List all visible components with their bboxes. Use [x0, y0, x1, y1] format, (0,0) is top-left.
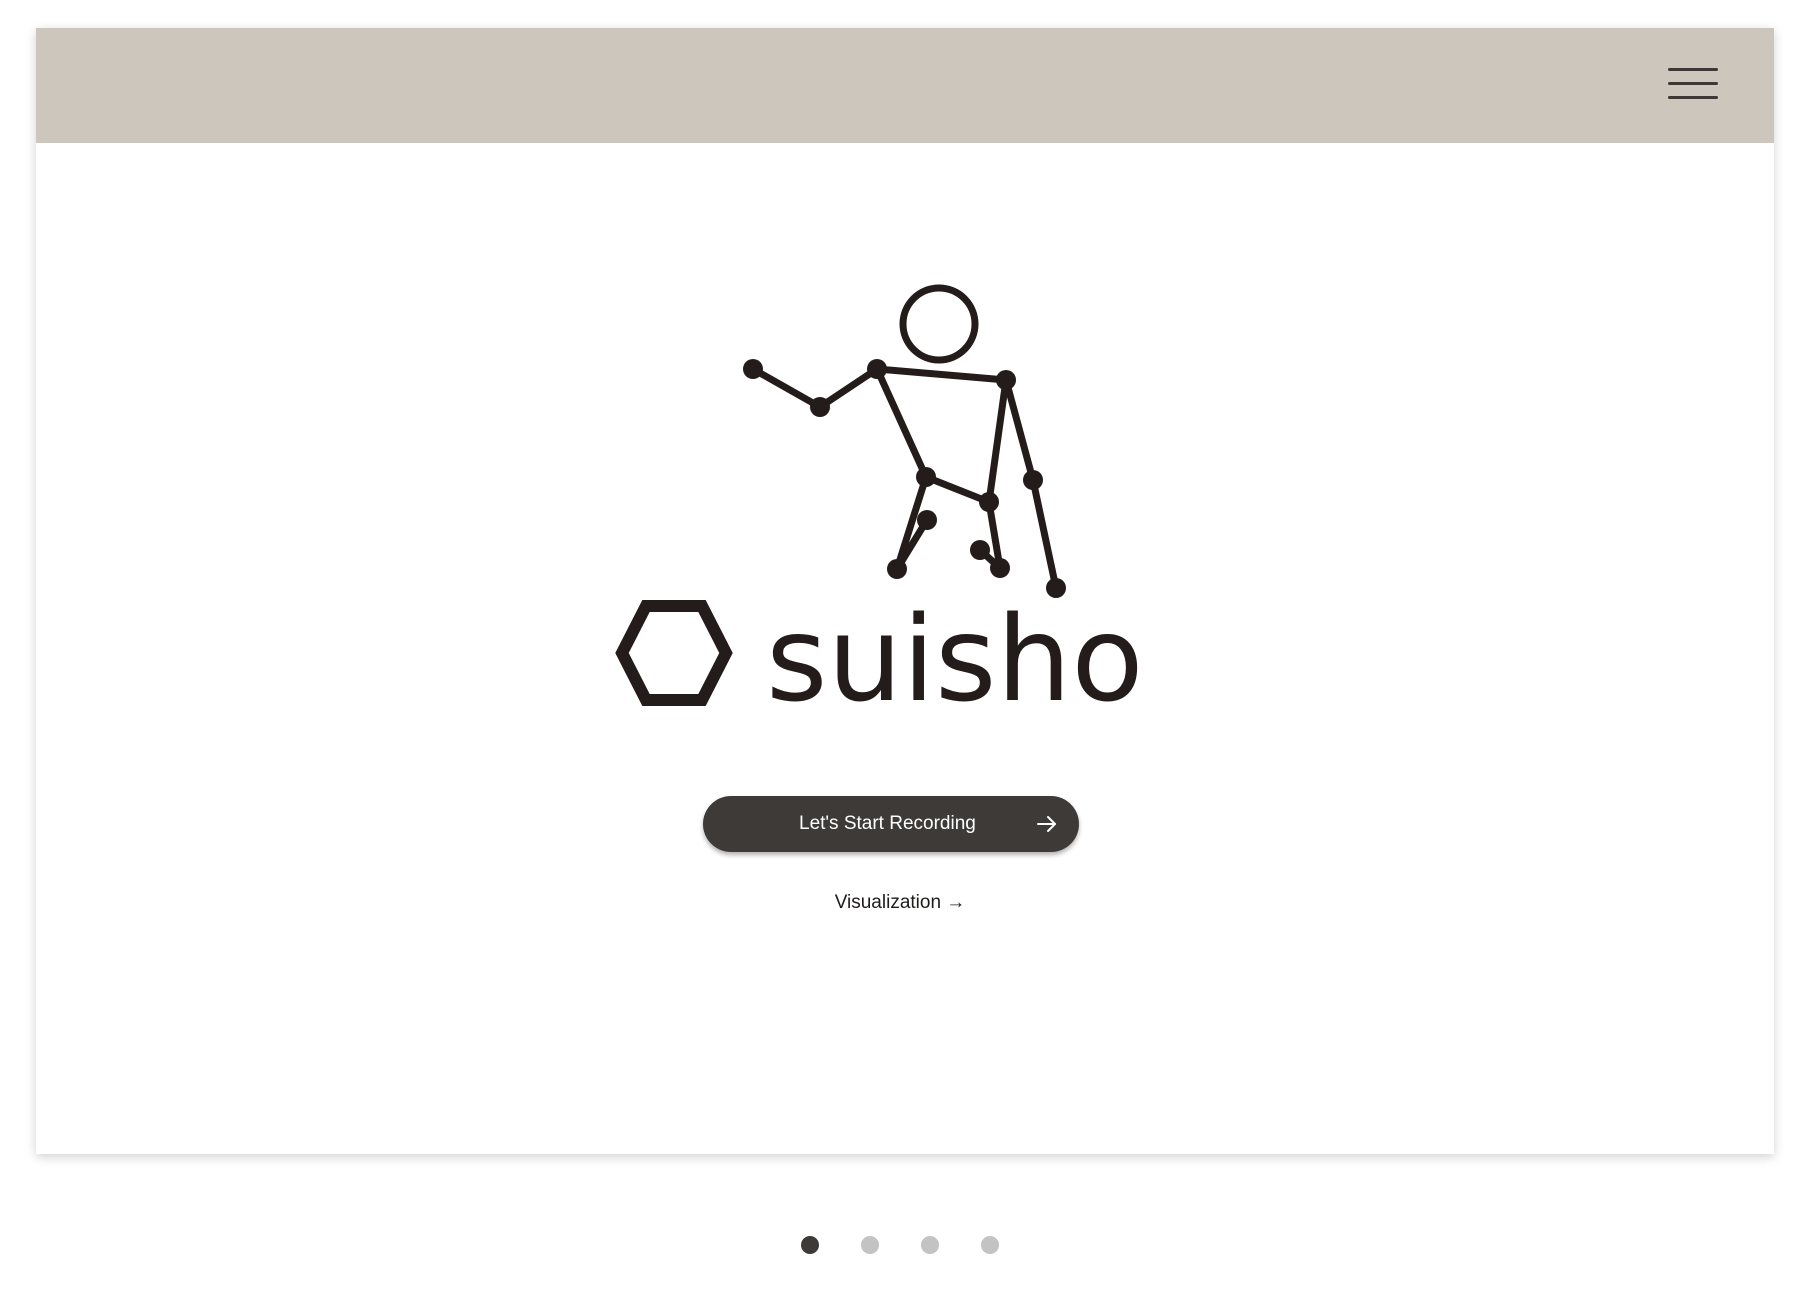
large-hexagon-icon [615, 600, 733, 706]
arrow-right-icon [1037, 816, 1056, 832]
page-dot-3[interactable] [921, 1236, 939, 1254]
page-dot-4[interactable] [981, 1236, 999, 1254]
start-recording-button[interactable]: Let's Start Recording [703, 796, 1079, 852]
menu-line [1668, 82, 1718, 85]
page-dot-1[interactable] [801, 1236, 819, 1254]
stick-figure-skeleton-icon [743, 284, 1066, 598]
page-dot-2[interactable] [861, 1236, 879, 1254]
brand-name: suisho [766, 590, 1144, 728]
menu-line [1668, 96, 1718, 99]
pagination-dots [0, 1236, 1800, 1256]
visualization-link-row: Visualization → [0, 892, 1800, 914]
hamburger-menu-icon[interactable] [1668, 66, 1720, 106]
top-bar [36, 28, 1774, 143]
menu-line [1668, 68, 1718, 71]
visualization-link[interactable]: Visualization → [835, 892, 966, 914]
start-recording-label: Let's Start Recording [799, 813, 976, 834]
